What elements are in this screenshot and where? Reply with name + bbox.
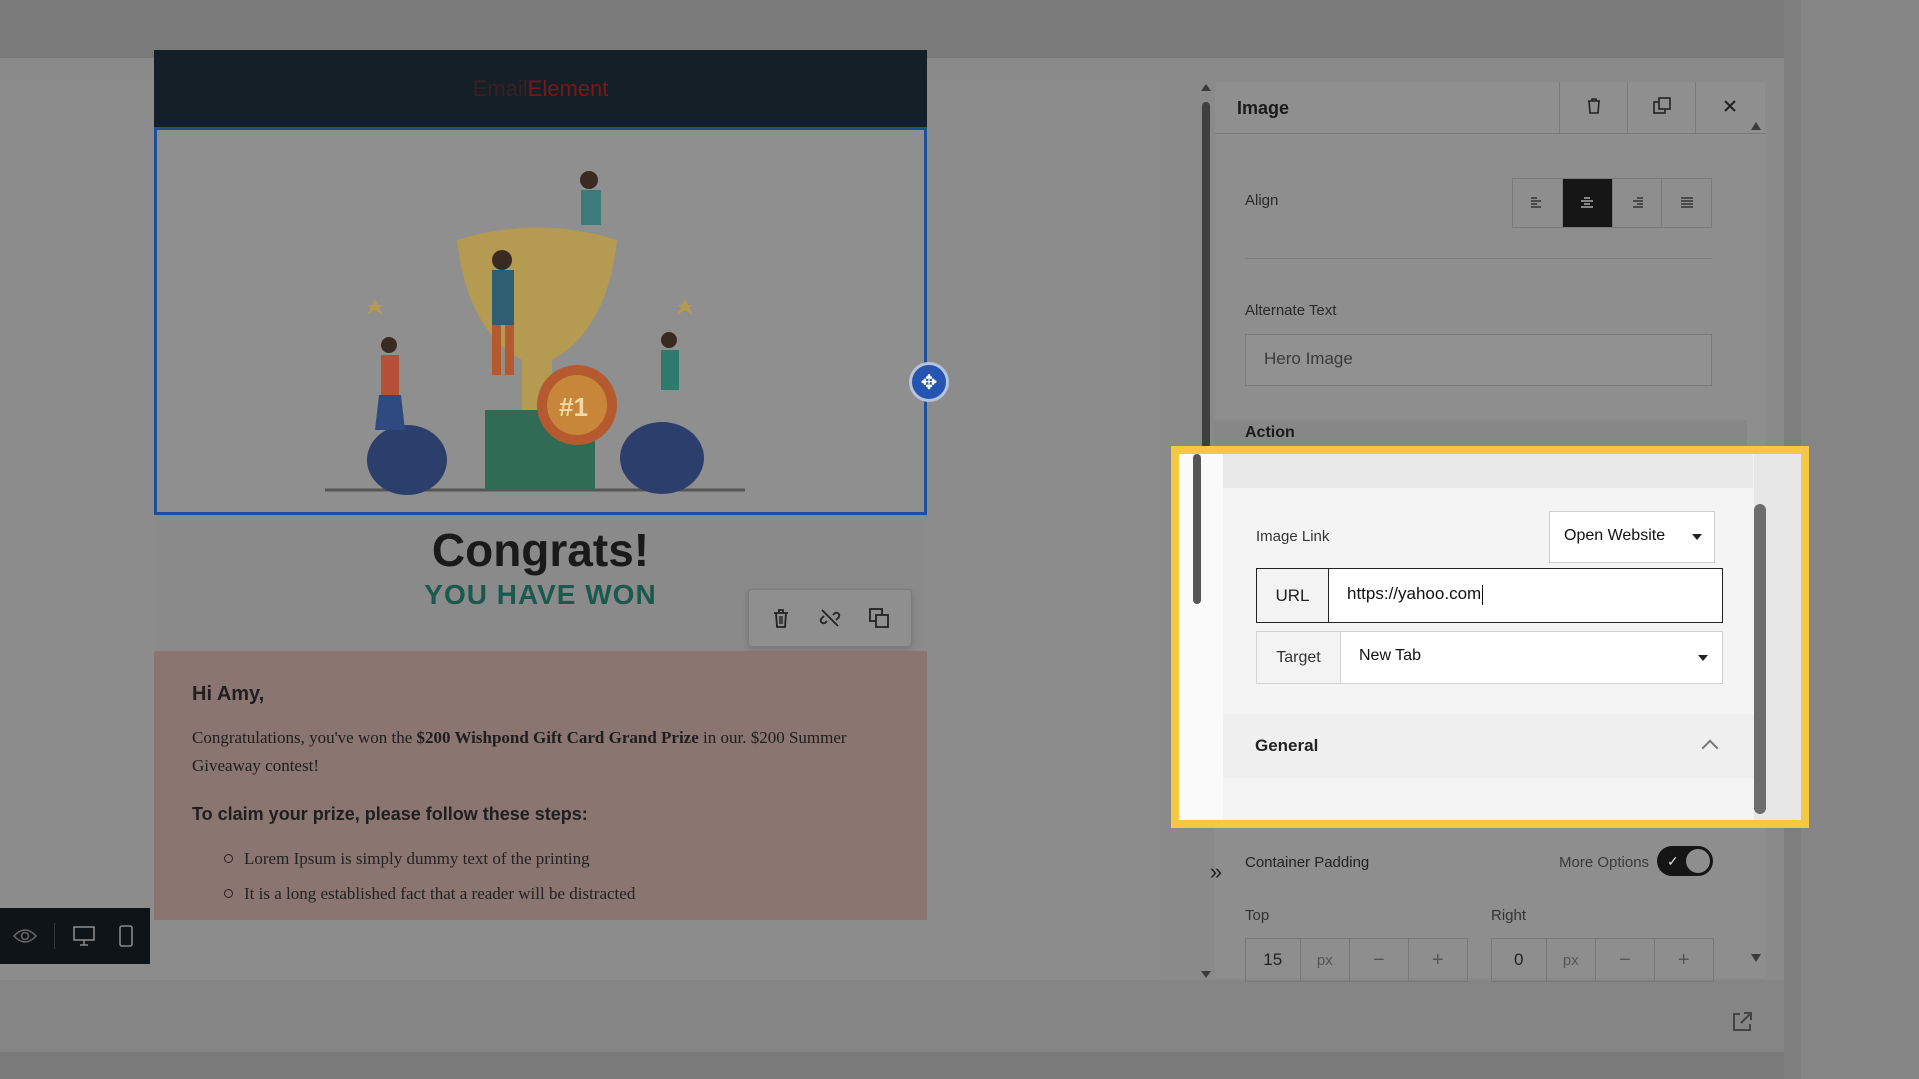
action-settings: Image Link Open Website URL https://yaho… (1179, 454, 1801, 820)
list-item: Lorem Ipsum is simply dummy text of the … (224, 841, 889, 876)
scroll-up-icon[interactable] (1201, 84, 1211, 91)
logo-text-element: Element (527, 76, 609, 101)
align-center-icon[interactable] (1562, 179, 1613, 227)
desktop-icon[interactable] (71, 923, 97, 949)
chevron-down-icon (1692, 534, 1702, 540)
chevron-up-icon (1701, 739, 1719, 757)
close-icon (1723, 99, 1737, 118)
alt-text-input[interactable]: Hero Image (1245, 334, 1712, 386)
panel-scroll-thumb[interactable] (1754, 504, 1766, 814)
highlight-box: Image Link Open Website URL https://yaho… (1171, 446, 1809, 828)
chevron-down-icon (1698, 655, 1708, 661)
right-padding-stepper: 0 px − + (1491, 938, 1714, 982)
paragraph-text: Congratulations, you've won the (192, 728, 417, 747)
eye-icon[interactable] (12, 923, 38, 949)
right-label: Right (1491, 907, 1527, 924)
top-label: Top (1245, 907, 1270, 924)
panel-header: Image (1215, 82, 1765, 134)
outer-backdrop (1801, 0, 1919, 1079)
right-padding-input[interactable]: 0 (1492, 939, 1547, 981)
element-toolbar (748, 589, 912, 647)
unit-label: px (1301, 939, 1351, 981)
list-item: It is a long established fact that a rea… (224, 876, 889, 911)
scroll-track (1179, 454, 1223, 820)
delete-button[interactable] (1559, 82, 1627, 134)
copy-icon[interactable] (865, 604, 893, 632)
duplicate-button[interactable] (1627, 82, 1695, 134)
email-body: Hi Amy, Congratulations, you've won the … (154, 651, 927, 920)
external-link-icon[interactable] (1730, 1010, 1754, 1034)
email-header: Email Element (154, 50, 927, 128)
unlink-icon[interactable] (816, 604, 844, 632)
trash-icon[interactable] (767, 604, 795, 632)
image-link-value: Open Website (1564, 527, 1666, 544)
panel-title: Image (1237, 98, 1290, 118)
container-padding-label: Container Padding (1245, 854, 1370, 871)
more-options-label: More Options (1559, 854, 1650, 871)
section-band (1223, 454, 1753, 488)
decrement-button[interactable]: − (1596, 939, 1655, 981)
alt-text-label: Alternate Text (1245, 302, 1337, 319)
prize-name: $200 Wishpond Gift Card Grand Prize (416, 728, 699, 747)
email-preview: Email Element #1 Congrats! YOU HAVE WON … (154, 50, 927, 920)
hero-image[interactable]: #1 (154, 127, 927, 515)
steps-list: Lorem Ipsum is simply dummy text of the … (224, 841, 889, 911)
steps-title: To claim your prize, please follow these… (192, 804, 588, 824)
target-label: Target (1257, 632, 1341, 683)
scroll-down-icon[interactable] (1201, 971, 1211, 978)
align-justify-icon[interactable] (1662, 179, 1711, 227)
image-link-select[interactable]: Open Website (1549, 511, 1715, 563)
svg-text:#1: #1 (559, 392, 588, 422)
body-paragraph: Congratulations, you've won the $200 Wis… (192, 724, 889, 780)
more-options-toggle[interactable]: ✓ (1657, 846, 1713, 876)
decrement-button[interactable]: − (1350, 939, 1409, 981)
divider (54, 923, 55, 949)
congrats-title: Congrats! (431, 524, 650, 576)
align-control (1512, 178, 1712, 228)
trash-icon (1586, 97, 1602, 120)
top-padding-input[interactable]: 15 (1246, 939, 1301, 981)
check-icon: ✓ (1667, 853, 1679, 869)
mobile-icon[interactable] (113, 923, 139, 949)
collapse-icon[interactable]: » (1198, 854, 1234, 890)
greeting: Hi Amy, (192, 683, 265, 705)
scroll-thumb[interactable] (1193, 454, 1201, 604)
logo-text-email: Email (472, 76, 528, 101)
url-field[interactable]: URL https://yahoo.com (1256, 568, 1723, 623)
target-value: New Tab (1359, 647, 1421, 664)
trophy-illustration: #1 (325, 171, 745, 495)
increment-button[interactable]: + (1655, 939, 1713, 981)
divider (1245, 258, 1712, 259)
target-field[interactable]: Target New Tab (1256, 631, 1723, 684)
device-preview-bar (0, 908, 150, 964)
top-padding-stepper: 15 px − + (1245, 938, 1468, 982)
align-right-icon[interactable] (1613, 179, 1663, 227)
target-select[interactable]: New Tab (1341, 632, 1722, 683)
general-section-header[interactable]: General (1223, 714, 1754, 778)
move-icon[interactable]: ✥ (909, 362, 949, 402)
duplicate-icon (1652, 96, 1671, 120)
scroll-down-icon[interactable] (1751, 954, 1761, 962)
unit-label: px (1547, 939, 1597, 981)
align-left-icon[interactable] (1513, 179, 1563, 227)
align-label: Align (1245, 192, 1279, 209)
url-value: https://yahoo.com (1347, 584, 1482, 603)
increment-button[interactable]: + (1409, 939, 1467, 981)
url-input[interactable]: https://yahoo.com (1329, 569, 1722, 622)
image-link-label: Image Link (1256, 528, 1330, 545)
bottom-bar (0, 980, 1784, 1052)
toggle-knob (1686, 849, 1710, 873)
url-label: URL (1257, 569, 1329, 622)
text-cursor (1482, 584, 1484, 605)
scroll-up-icon[interactable] (1751, 122, 1761, 130)
general-label: General (1255, 736, 1319, 755)
